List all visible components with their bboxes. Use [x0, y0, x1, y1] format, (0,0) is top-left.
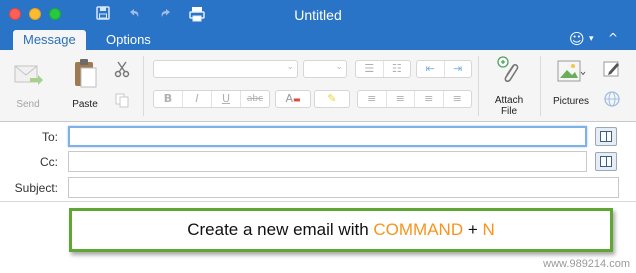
ribbon-tab-bar: Message Options ☺ ▾ ^: [0, 28, 636, 50]
address-book-icon[interactable]: [595, 152, 617, 171]
pen-icon[interactable]: [602, 60, 622, 81]
globe-icon[interactable]: [602, 90, 622, 111]
paperclip-icon: [486, 56, 532, 91]
align-center-icon[interactable]: ≡: [387, 91, 415, 107]
ribbon-divider: [540, 56, 541, 116]
font-size-dropdown[interactable]: ⌄: [303, 60, 347, 78]
tab-options[interactable]: Options: [96, 30, 161, 50]
callout-key-n: N: [482, 220, 495, 239]
justify-icon[interactable]: ≡: [444, 91, 472, 107]
align-right-icon[interactable]: ≡: [415, 91, 444, 107]
copy-icon[interactable]: [113, 92, 131, 111]
list-buttons: ☰ ☷: [355, 60, 411, 78]
attach-file-label-line1: Attach: [494, 95, 524, 106]
send-icon: [10, 60, 46, 93]
picture-icon: [546, 58, 596, 89]
underline-button[interactable]: U: [212, 91, 241, 107]
ribbon-divider: [143, 56, 144, 116]
cc-label: Cc:: [40, 155, 58, 169]
ribbon-divider: [478, 56, 479, 116]
subject-label: Subject:: [14, 181, 58, 195]
shortcut-callout: Create a new email with COMMAND + N: [69, 208, 613, 252]
font-color-button[interactable]: A▬: [275, 90, 311, 108]
decrease-indent-icon[interactable]: ⇤: [417, 61, 445, 77]
numbered-list-icon[interactable]: ☷: [384, 61, 411, 77]
highlight-button[interactable]: ✎: [314, 90, 350, 108]
collapse-ribbon-icon[interactable]: ^: [608, 31, 618, 45]
address-book-icon[interactable]: [595, 127, 617, 146]
highlighter-icon: ✎: [327, 92, 337, 105]
smiley-icon[interactable]: ☺: [569, 30, 585, 48]
callout-prefix: Create a new email with: [187, 220, 374, 239]
paste-label: Paste: [72, 99, 98, 110]
cc-field[interactable]: [68, 151, 587, 172]
callout-plus: +: [463, 220, 483, 239]
ribbon-toolbar: Send Paste ⌄ ⌄ ☰ ☷ ⇤ ⇥ B I U abc A▬ ✎ ≡ …: [0, 50, 636, 122]
attach-file-button[interactable]: Attach File: [486, 56, 532, 117]
align-left-icon[interactable]: ≡: [358, 91, 387, 107]
paste-button[interactable]: Paste: [66, 58, 104, 110]
to-label: To:: [41, 130, 58, 144]
tab-message[interactable]: Message: [13, 30, 86, 50]
font-name-dropdown[interactable]: ⌄: [153, 60, 298, 78]
text-format-buttons: B I U abc: [153, 90, 270, 108]
cut-icon[interactable]: [113, 60, 131, 83]
bullet-list-icon[interactable]: ☰: [356, 61, 384, 77]
send-label: Send: [16, 99, 40, 110]
callout-key-command: COMMAND: [373, 220, 464, 239]
bold-button[interactable]: B: [154, 91, 183, 107]
attach-file-label-line2: File: [500, 106, 518, 117]
italic-button[interactable]: I: [183, 91, 212, 107]
alignment-buttons: ≡ ≡ ≡ ≡: [357, 90, 472, 108]
font-color-icon: A▬: [285, 92, 301, 105]
pictures-button[interactable]: Pictures: [546, 58, 596, 107]
window-title: Untitled: [294, 7, 342, 23]
to-field[interactable]: [68, 126, 587, 147]
strikethrough-button[interactable]: abc: [241, 91, 269, 107]
chevron-down-icon[interactable]: ▾: [589, 34, 594, 44]
clipboard-icon: [66, 58, 104, 93]
indent-buttons: ⇤ ⇥: [416, 60, 472, 78]
increase-indent-icon[interactable]: ⇥: [445, 61, 472, 77]
watermark: www.989214.com: [543, 258, 630, 270]
pictures-label: Pictures: [552, 96, 590, 107]
send-button[interactable]: Send: [10, 60, 46, 110]
title-bar: Untitled: [0, 0, 636, 28]
subject-field[interactable]: [68, 177, 619, 198]
